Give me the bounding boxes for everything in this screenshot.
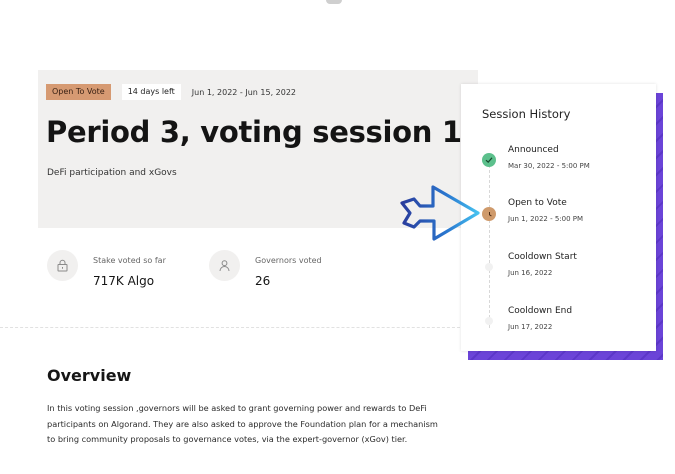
lock-icon — [47, 250, 78, 281]
status-badge: Open To Vote — [46, 84, 111, 100]
pending-step-icon — [485, 317, 493, 325]
page-subtitle: DeFi participation and xGovs — [47, 168, 177, 178]
stat-stake: Stake voted so far 717K Algo — [47, 250, 166, 288]
overview-text: In this voting session ,governors will b… — [47, 403, 438, 445]
top-edge-fragment — [326, 0, 342, 4]
session-meta-row: Open To Vote 14 days left Jun 1, 2022 - … — [46, 84, 296, 100]
timeline-step-announced: Announced Mar 30, 2022 - 5:00 PM — [508, 145, 590, 170]
overview-heading: Overview — [47, 366, 132, 385]
session-history-title: Session History — [482, 107, 571, 121]
timeline-line — [489, 160, 490, 328]
pending-step-icon — [485, 263, 493, 271]
section-divider — [0, 327, 470, 328]
governors-value: 26 — [255, 274, 271, 288]
stake-value: 717K Algo — [93, 274, 155, 288]
page: Open To Vote 14 days left Jun 1, 2022 - … — [0, 0, 675, 474]
timeline-step-cooldown-start: Cooldown Start Jun 16, 2022 — [508, 252, 577, 277]
governors-label: Governors voted — [255, 256, 322, 265]
time-left-pill: 14 days left — [121, 84, 181, 100]
check-icon — [482, 153, 496, 167]
clock-icon — [482, 207, 496, 221]
page-title: Period 3, voting session 1 — [46, 115, 462, 149]
stake-label: Stake voted so far — [93, 256, 166, 265]
user-icon — [209, 250, 240, 281]
timeline-step-open-to-vote: Open to Vote Jun 1, 2022 - 5:00 PM — [508, 198, 584, 223]
pointer-arrow-icon — [400, 185, 480, 241]
session-date-range: Jun 1, 2022 - Jun 15, 2022 — [191, 87, 297, 97]
stat-governors: Governors voted 26 — [209, 250, 322, 288]
timeline-step-cooldown-end: Cooldown End Jun 17, 2022 — [508, 306, 573, 331]
